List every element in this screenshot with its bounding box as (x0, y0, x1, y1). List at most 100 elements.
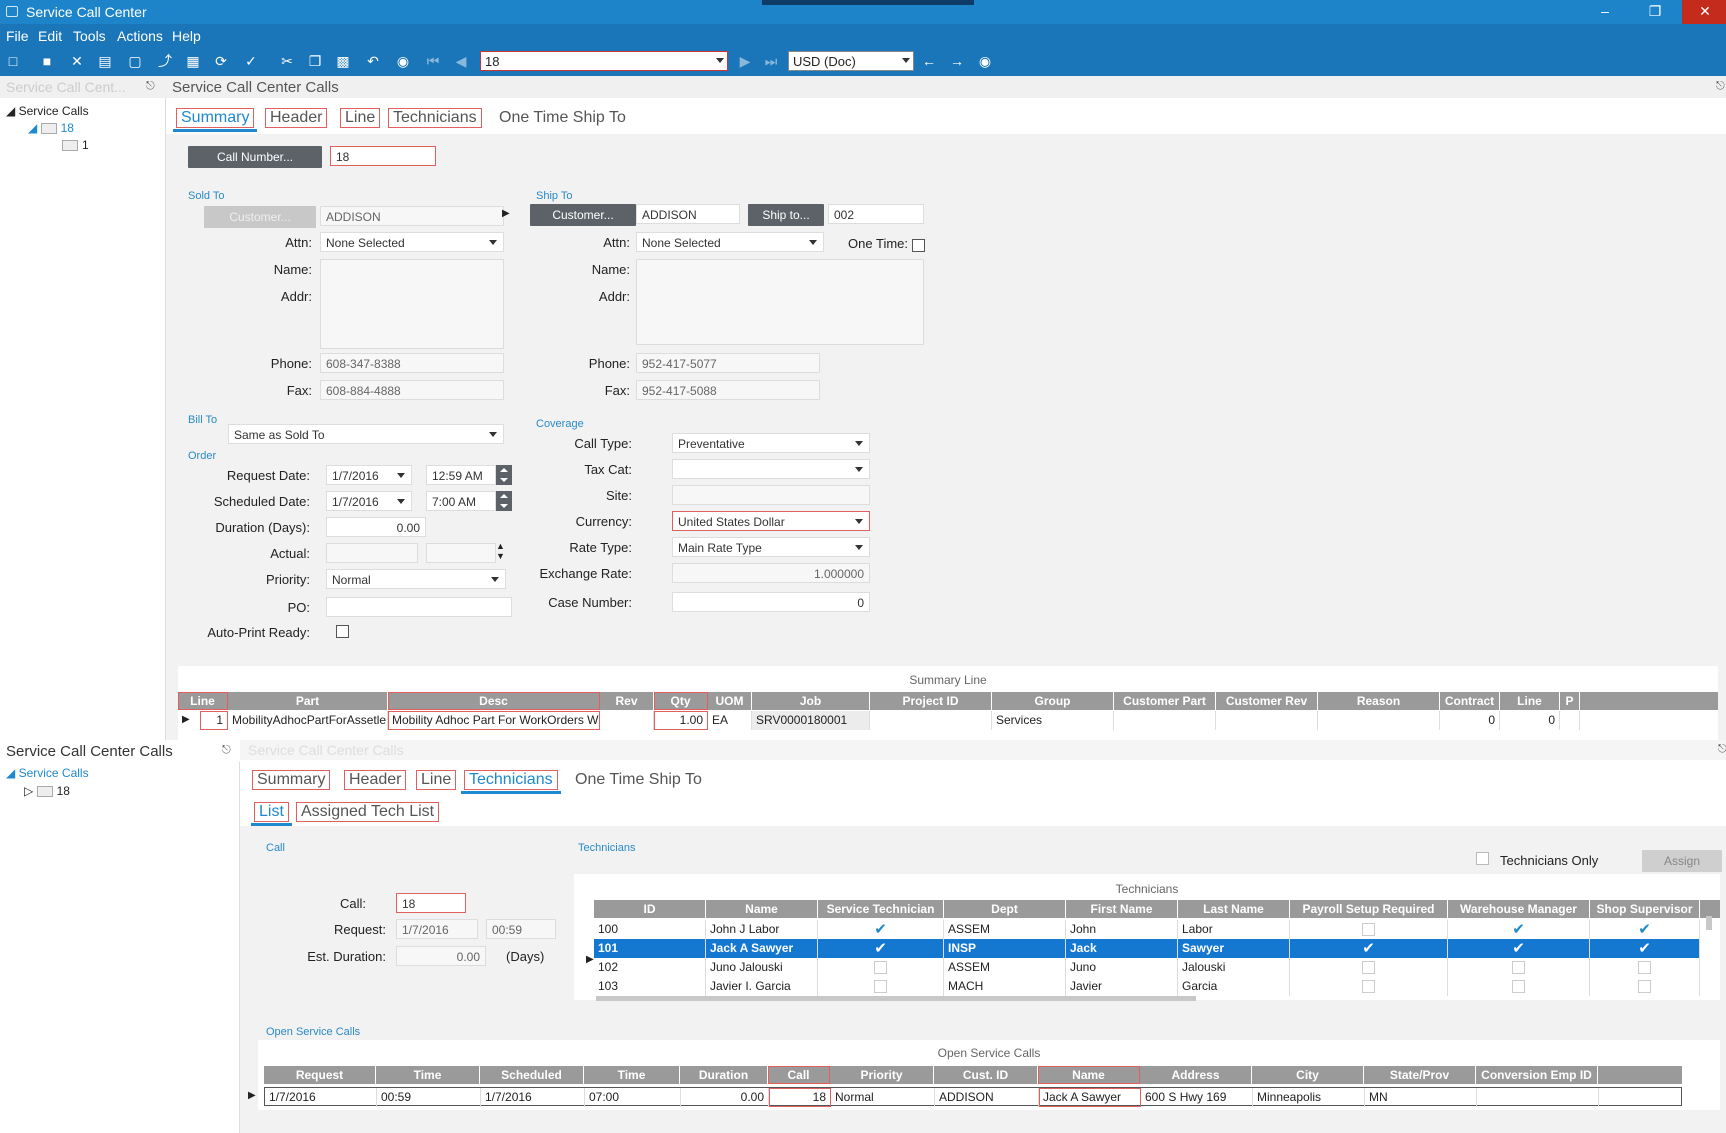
cell-first[interactable]: Juno (1066, 958, 1178, 977)
cell-contract[interactable]: 0 (1440, 711, 1500, 730)
col-group[interactable]: Group (992, 692, 1114, 710)
col-id[interactable]: ID (594, 900, 706, 918)
cell-last[interactable]: Garcia (1178, 977, 1290, 996)
copy-icon[interactable]: ❐ (306, 52, 324, 70)
col-last-name[interactable]: Last Name (1178, 900, 1290, 918)
col-shop-supervisor[interactable]: Shop Supervisor (1590, 900, 1700, 918)
tab-line[interactable]: Line (340, 108, 381, 128)
col-duration[interactable]: Duration (680, 1066, 768, 1084)
actual-time-spinner[interactable]: ▲ ▼ (496, 541, 505, 561)
call-number-input[interactable]: 18 (330, 146, 436, 166)
pin-icon[interactable]: ⎋ (1716, 80, 1725, 93)
request-time-field[interactable]: 12:59 AM (426, 465, 496, 485)
menu-tools[interactable]: Tools (73, 28, 106, 44)
scrollbar-thumb[interactable] (596, 996, 1196, 1001)
ship-to-name-addr-field[interactable] (636, 259, 924, 345)
cell-duration[interactable]: 0.00 (681, 1088, 769, 1107)
col-line-2[interactable]: Line (1500, 692, 1560, 710)
ship-to-fax-field[interactable]: 952-417-5088 (636, 380, 820, 400)
col-conversion-emp-id[interactable]: Conversion Emp ID (1476, 1066, 1598, 1084)
cell-part[interactable]: MobilityAdhocPartForAssetle (228, 711, 388, 730)
back-icon[interactable]: ← (920, 52, 938, 70)
ship-to-customer-field[interactable]: ADDISON (636, 204, 740, 224)
cell-customer-rev[interactable] (1216, 711, 1318, 730)
forward-icon[interactable]: → (948, 52, 966, 70)
cell-call[interactable]: 18 (769, 1088, 831, 1107)
cell-time[interactable]: 00:59 (377, 1088, 481, 1107)
scheduled-date-field[interactable]: 1/7/2016 (326, 491, 412, 511)
menu-help[interactable]: Help (172, 28, 201, 44)
technician-row[interactable]: 103 Javier I. Garcia MACH Javier Garcia (594, 977, 1700, 996)
cell-name[interactable]: Javier I. Garcia (706, 977, 818, 996)
est-duration-field[interactable]: 0.00 (396, 946, 486, 966)
minimize-button[interactable]: – (1582, 0, 1628, 24)
first-record-icon[interactable]: ⏮ (424, 52, 442, 70)
cell-name[interactable]: Juno Jalouski (706, 958, 818, 977)
home-icon[interactable]: ◉ (976, 52, 994, 70)
scheduled-time-spinner[interactable] (496, 491, 512, 511)
cell-job[interactable]: SRV0000180001 (752, 711, 870, 730)
menu-actions[interactable]: Actions (117, 28, 163, 44)
cell-line[interactable]: 1 (200, 711, 228, 730)
cell-id[interactable]: 103 (594, 977, 706, 996)
col-cust-id[interactable]: Cust. ID (934, 1066, 1038, 1084)
ship-to-button[interactable]: Ship to... (748, 204, 824, 226)
cell-first[interactable]: Javier (1066, 977, 1178, 996)
cell-dept[interactable]: MACH (944, 977, 1066, 996)
cell-name[interactable]: Jack A Sawyer (1039, 1088, 1141, 1107)
cell-first[interactable]: Jack (1066, 939, 1178, 958)
cell-reason[interactable] (1318, 711, 1440, 730)
col-rev[interactable]: Rev (600, 692, 654, 710)
technician-row[interactable]: 102 Juno Jalouski ASSEM Juno Jalouski (594, 958, 1700, 977)
chevron-right-icon[interactable]: ▶ (502, 208, 510, 219)
bottom-tab-header[interactable]: Header (344, 770, 407, 790)
cell-shop[interactable]: ✔ (1590, 920, 1700, 939)
cell-rev[interactable] (600, 711, 654, 730)
sold-to-fax-field[interactable]: 608-884-4888 (320, 380, 504, 400)
cell-id[interactable]: 100 (594, 920, 706, 939)
technician-row[interactable]: 101 Jack A Sawyer ✔ INSP Jack Sawyer ✔ ✔ ✔ (594, 939, 1700, 958)
cell-uom[interactable]: EA (708, 711, 752, 730)
col-address[interactable]: Address (1140, 1066, 1252, 1084)
col-job[interactable]: Job (752, 692, 870, 710)
menu-file[interactable]: File (6, 28, 29, 44)
col-time[interactable]: Time (376, 1066, 480, 1084)
col-desc[interactable]: Desc (388, 692, 600, 710)
call-type-select[interactable]: Preventative (672, 433, 870, 453)
scheduled-time-field[interactable]: 7:00 AM (426, 491, 496, 511)
technicians-only-checkbox[interactable] (1476, 852, 1489, 865)
col-warehouse-manager[interactable]: Warehouse Manager (1448, 900, 1590, 918)
subtab-assigned-tech-list[interactable]: Assigned Tech List (296, 802, 440, 822)
col-qty[interactable]: Qty (654, 692, 708, 710)
tab-one-time-ship-to[interactable]: One Time Ship To (494, 108, 631, 128)
cell-payroll[interactable] (1290, 920, 1448, 939)
sold-to-phone-field[interactable]: 608-347-8388 (320, 353, 504, 373)
rate-type-select[interactable]: Main Rate Type (672, 537, 870, 557)
tab-summary[interactable]: Summary (172, 108, 258, 132)
technician-row[interactable]: 100 John J Labor ✔ ASSEM John Labor ✔ ✔ (594, 920, 1700, 939)
col-priority[interactable]: Priority (830, 1066, 934, 1084)
prev-record-icon[interactable]: ◀ (452, 52, 470, 70)
cell-payroll[interactable] (1290, 977, 1448, 996)
col-p[interactable]: P (1560, 692, 1580, 710)
pin-icon[interactable]: ⎋ (222, 744, 231, 757)
cell-line-2[interactable]: 0 (1500, 711, 1560, 730)
call-field[interactable]: 18 (396, 893, 466, 913)
note-icon[interactable]: ▢ (126, 52, 144, 70)
record-selector[interactable]: 18 (480, 51, 728, 71)
currency-selector[interactable]: USD (Doc) (788, 51, 914, 71)
col-first-name[interactable]: First Name (1066, 900, 1178, 918)
title-drag-handle[interactable] (762, 0, 974, 5)
assign-button[interactable]: Assign (1642, 850, 1722, 872)
cell-id[interactable]: 101 (594, 939, 706, 958)
cell-qty[interactable]: 1.00 (654, 711, 708, 730)
bottom-tab-summary[interactable]: Summary (252, 770, 331, 790)
cell-svc[interactable] (818, 958, 944, 977)
cell-id[interactable]: 102 (594, 958, 706, 977)
col-call[interactable]: Call (768, 1066, 830, 1084)
cell-svc[interactable]: ✔ (818, 939, 944, 958)
col-uom[interactable]: UOM (708, 692, 752, 710)
cut-icon[interactable]: ✂ (278, 52, 296, 70)
vertical-scrollbar[interactable] (1704, 906, 1714, 994)
delete-icon[interactable]: ✕ (68, 52, 86, 70)
